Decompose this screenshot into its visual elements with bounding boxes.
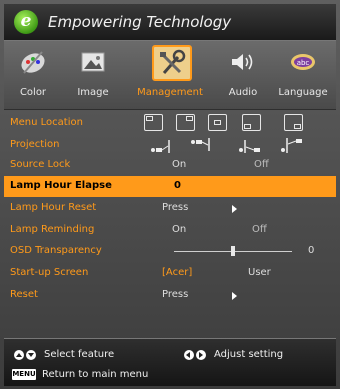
osd-transparency-value: 0 (308, 245, 315, 256)
down-button-icon (26, 350, 36, 360)
startup-acer-option[interactable]: [Acer] (162, 267, 192, 278)
color-palette-icon (21, 51, 45, 74)
menu-top-left-icon[interactable] (144, 114, 163, 131)
arrow-right-icon (232, 205, 237, 213)
lamp-hour-value: 0 (174, 180, 181, 191)
row-label: Lamp Reminding (10, 224, 95, 235)
menu-top-right-icon[interactable] (176, 114, 195, 131)
row-label: Projection (10, 139, 60, 150)
row-osd-transparency[interactable]: OSD Transparency 0 (4, 241, 336, 262)
source-lock-on-option[interactable]: On (172, 159, 186, 170)
row-label: Lamp Hour Reset (10, 202, 97, 213)
tab-language[interactable]: abc Language (270, 41, 336, 109)
tab-image[interactable]: Image (62, 41, 124, 109)
tab-label: Language (278, 87, 328, 98)
front-desktop-icon[interactable] (150, 137, 176, 154)
row-reset[interactable]: Reset Press (4, 285, 336, 306)
right-button-icon (196, 350, 206, 360)
settings-list: Menu Location Projection Source Lock On … (4, 110, 336, 338)
menu-bottom-left-icon[interactable] (242, 114, 261, 131)
adjust-setting-hint: Adjust setting (214, 349, 284, 360)
source-lock-off-option[interactable]: Off (254, 159, 269, 170)
language-abc-icon: abc (291, 54, 315, 70)
tab-bar: Color Image Management Audio abc Languag… (4, 41, 336, 110)
osd-menu: e Empowering Technology Color Image Mana… (0, 0, 340, 389)
row-startup-screen[interactable]: Start-up Screen [Acer] User (4, 263, 336, 284)
menu-bottom-right-icon[interactable] (284, 114, 303, 131)
menu-title: Empowering Technology (48, 13, 232, 31)
tab-label: Image (77, 87, 109, 98)
title-bar: e Empowering Technology (4, 4, 336, 41)
rear-desktop-icon[interactable] (238, 137, 264, 154)
tab-audio[interactable]: Audio (216, 41, 270, 109)
menu-key-icon: MENU (12, 369, 36, 380)
rear-ceiling-icon[interactable] (280, 137, 306, 154)
lamp-reminding-off-option[interactable]: Off (252, 224, 267, 235)
menu-center-icon[interactable] (208, 114, 227, 131)
slider-knob[interactable] (231, 246, 235, 256)
lamp-reset-press-button[interactable]: Press (162, 202, 188, 213)
speaker-icon (232, 54, 253, 70)
up-button-icon (14, 350, 24, 360)
row-projection[interactable]: Projection (4, 135, 336, 156)
tab-label: Management (137, 87, 203, 98)
select-feature-hint: Select feature (44, 349, 115, 360)
row-menu-location[interactable]: Menu Location (4, 113, 336, 134)
image-icon (81, 52, 105, 72)
row-label: Lamp Hour Elapse (10, 180, 112, 191)
startup-user-option[interactable]: User (248, 267, 271, 278)
tab-management[interactable]: Management (124, 41, 216, 109)
brand-logo-icon: e (14, 10, 38, 34)
arrow-right-icon (232, 292, 237, 300)
tab-label: Color (19, 87, 47, 98)
front-ceiling-icon[interactable] (190, 137, 216, 154)
row-label: Start-up Screen (10, 267, 89, 278)
return-main-menu-hint: Return to main menu (42, 369, 149, 380)
row-label: Source Lock (10, 159, 71, 170)
help-footer: Select feature Adjust setting MENU Retur… (4, 338, 336, 386)
row-lamp-reminding[interactable]: Lamp Reminding On Off (4, 220, 336, 241)
row-lamp-hour-reset[interactable]: Lamp Hour Reset Press (4, 198, 336, 219)
row-label: Menu Location (10, 117, 83, 128)
lamp-reminding-on-option[interactable]: On (172, 224, 186, 235)
svg-text:abc: abc (297, 59, 310, 67)
row-lamp-hour-elapse[interactable]: Lamp Hour Elapse 0 (4, 176, 336, 197)
row-source-lock[interactable]: Source Lock On Off (4, 155, 336, 176)
reset-press-button[interactable]: Press (162, 289, 188, 300)
tab-label: Audio (228, 87, 258, 98)
tab-color[interactable]: Color (4, 41, 62, 109)
row-label: Reset (10, 289, 38, 300)
row-label: OSD Transparency (10, 245, 102, 256)
management-tools-icon (152, 45, 192, 81)
left-button-icon (184, 350, 194, 360)
